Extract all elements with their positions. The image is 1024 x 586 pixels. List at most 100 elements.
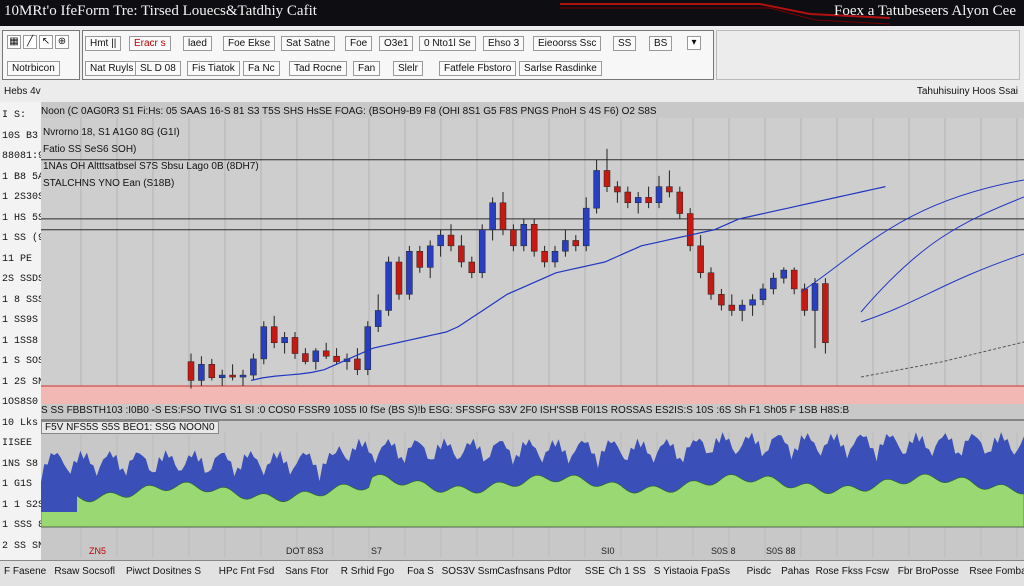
status-item[interactable]: SOS3V Ssm [442, 566, 498, 577]
candle-body [707, 272, 715, 295]
status-item[interactable]: Fbr BroPosse [898, 566, 959, 577]
info-line-2: 1NAs OH Altttsatbsel S7S Sbsu Lago 0B (8… [43, 161, 259, 172]
toolbar-button-8[interactable]: Ehso 3 [483, 36, 525, 51]
y-axis-label: 1 HS 5S [2, 212, 45, 224]
toolbar-button-12[interactable]: SS [613, 36, 637, 51]
status-item[interactable]: HPc Fnt Fsd [219, 566, 275, 577]
candle-body [582, 207, 590, 247]
status-item[interactable]: R Srhid Fgo [341, 566, 394, 577]
chart-area[interactable]: ZN5 DOT 8S3 S7 SI0 S0S 8 S0S 88 Noon (C 0AG0R… [40, 102, 1024, 560]
price-axis: I S: 10S B3 88081:9S 1 B8 5AS 1 2S30S 1 HS 5S… [0, 102, 50, 560]
candle-body [697, 245, 704, 274]
candle-body [489, 202, 496, 230]
status-item[interactable]: Casfnsans Pdtor [497, 566, 571, 577]
status-item[interactable]: S Yistaoia FpaSs [654, 566, 730, 577]
toolbar-row2-2[interactable]: Fis Tiatok [187, 61, 240, 76]
candle-body [239, 374, 247, 378]
subbar-left-label: Hebs 4v [4, 86, 41, 97]
y-axis-label: 1 G1S [2, 479, 33, 490]
panel-label[interactable]: Notrbicon [7, 61, 60, 76]
status-item[interactable]: F Fasene [4, 566, 46, 577]
bottom-marker: S0S 8 [711, 546, 736, 556]
toolbar-row2-7[interactable]: Fatfele Fbstoro [439, 61, 517, 76]
toolbar: ▦ ╱ ↖ ⊕ Notrbicon Hmt || Eracr s laed Fo… [0, 26, 1024, 83]
candle-body [395, 261, 403, 295]
status-item[interactable]: Foa S [407, 566, 434, 577]
y-axis-label: 1NS S8 [2, 458, 39, 470]
toolbar-button-2[interactable]: laed [183, 36, 212, 51]
candle-body [291, 337, 299, 354]
toolbar-row2-0[interactable]: Nat Ruyls [85, 61, 139, 76]
indicator-label: F5V NFS5S S5S BEO1: SSG NOON0 [41, 421, 219, 434]
candle-body [208, 364, 216, 379]
grid-icon[interactable]: ▦ [7, 35, 21, 49]
y-axis-label: 2S SSDS [2, 274, 45, 285]
zoom-icon[interactable]: ⊕ [55, 35, 69, 49]
toolbar-button-1[interactable]: Eracr s [129, 36, 171, 51]
candle-body [364, 326, 372, 370]
window-title: 10MRt'o IfeForm Tre: Tirsed Louecs&Tatdh… [4, 3, 317, 19]
toolbar-button-3[interactable]: Foe Ekse [223, 36, 276, 51]
candle-body [260, 326, 268, 360]
candle-body [614, 186, 621, 193]
bottom-marker: S7 [371, 546, 382, 556]
candle-body [458, 245, 465, 263]
y-axis-label: 1 SSS 8 [2, 520, 45, 531]
toolbar-button-13[interactable]: BS [649, 36, 673, 51]
bottom-marker: S0S 88 [766, 546, 796, 556]
chevron-down-icon[interactable]: ▾ [687, 36, 701, 50]
candle-body [645, 197, 652, 204]
toolbar-button-9[interactable]: Eieoorss Ssc [533, 36, 602, 51]
status-item[interactable]: Rsaw Socsofl [54, 566, 115, 577]
bottom-marker: DOT 8S3 [286, 546, 323, 556]
y-axis-label: 10S B3 [2, 130, 39, 142]
line-icon[interactable]: ╱ [23, 35, 37, 49]
candle-body [738, 304, 746, 311]
candle-body [229, 374, 236, 378]
candle-body [562, 240, 569, 252]
toolbar-row2-1[interactable]: SL D 08 [135, 61, 181, 76]
toolbar-row2-8[interactable]: Sarlse Rasdinke [519, 61, 602, 76]
toolbar-button-5[interactable]: Foe [345, 36, 373, 51]
toolbar-button-4[interactable]: Sat Satne [281, 36, 335, 51]
toolbar-row2-4[interactable]: Tad Rocne [289, 61, 347, 76]
status-item[interactable]: Rose Fkss Fcsw [816, 566, 889, 577]
status-item[interactable]: Piwct Dositnes S [126, 566, 201, 577]
status-item[interactable]: SSE [585, 566, 605, 577]
status-item[interactable]: Sans Ftor [285, 566, 328, 577]
bottom-marker: ZN5 [89, 546, 106, 556]
cursor-icon[interactable]: ↖ [39, 35, 53, 49]
candle-body [811, 283, 819, 311]
candle-body [302, 353, 309, 362]
toolbar-button-6[interactable]: O3e1 [379, 36, 414, 51]
toolbar-button-7[interactable]: 0 Nto1l Se [419, 36, 476, 51]
toolbar-row2-3[interactable]: Fa Nc [243, 61, 280, 76]
status-item[interactable]: Ch 1 SS [609, 566, 646, 577]
candle-body [603, 170, 611, 187]
toolbar-row2-6[interactable]: Slelr [393, 61, 424, 76]
toolbar-button-0[interactable]: Hmt || [85, 36, 122, 51]
status-item[interactable]: Pisdc [747, 566, 771, 577]
candle-body [406, 250, 413, 295]
candle-body [666, 186, 673, 193]
status-item[interactable]: Pahas [781, 566, 809, 577]
y-axis-label: 1 8 SSS [2, 294, 45, 306]
candle-body [551, 250, 559, 263]
toolbar-panel-right [716, 30, 1020, 80]
status-bar: F Fasene Rsaw Socsofl Piwct Dositnes S HPc … [0, 560, 1024, 586]
toolbar-row2-5[interactable]: Fan [353, 61, 381, 76]
candle-body [187, 361, 195, 381]
candle-body [374, 310, 382, 327]
toolbar-panel-left: ▦ ╱ ↖ ⊕ Notrbicon [2, 30, 80, 80]
candle-body [281, 337, 288, 344]
y-axis-label: 1 SS9S [2, 315, 39, 326]
status-item[interactable]: Rsee Fomba [969, 566, 1024, 577]
candle-body [312, 350, 320, 362]
candle-body [686, 213, 694, 247]
candle-body [437, 234, 444, 247]
candle-body [801, 288, 808, 311]
toolbar-panel-main: Hmt || Eracr s laed Foe Ekse Sat Satne F… [82, 30, 714, 80]
candle-body [770, 277, 777, 290]
candle-body [593, 170, 600, 209]
y-axis-label: I S: [2, 110, 27, 121]
